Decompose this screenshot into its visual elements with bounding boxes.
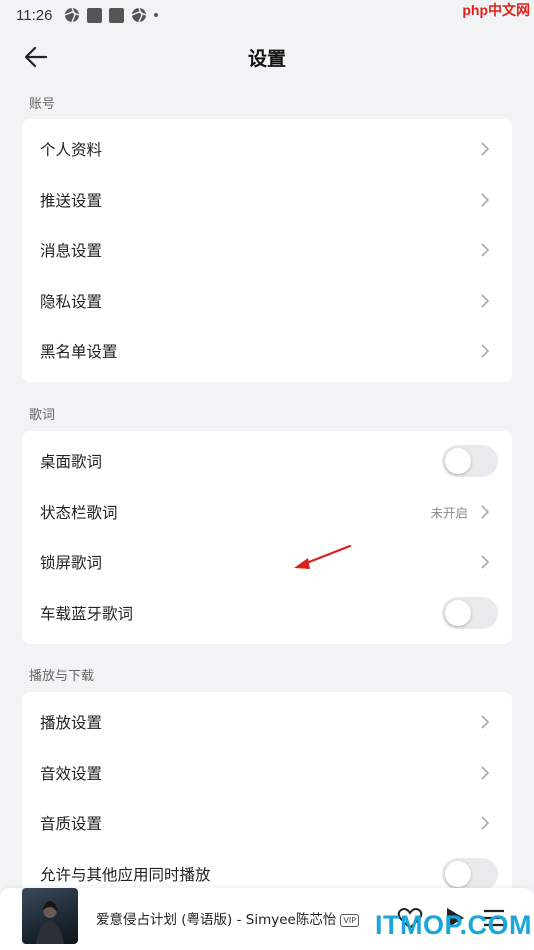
header: 设置 (0, 34, 534, 78)
watermark-logo: ITMOP.COM (375, 910, 533, 940)
section-label-lyrics: 歌词 (29, 408, 56, 423)
row-label: 锁屏歌词 (40, 554, 103, 573)
row-desktop-lyrics: 桌面歌词 (22, 436, 512, 487)
chevron-right-icon (481, 193, 490, 207)
aperture-icon (65, 7, 80, 23)
album-cover[interactable] (22, 888, 78, 944)
section-label-playback-download: 播放与下载 (29, 669, 95, 684)
lyrics-settings-card: 桌面歌词 状态栏歌词 未开启 锁屏歌词 车载蓝牙歌词 (22, 431, 512, 644)
more-notifications-dot-icon (154, 13, 159, 17)
row-label: 状态栏歌词 (40, 503, 118, 522)
row-sound-quality-settings[interactable]: 音质设置 (22, 798, 512, 849)
row-value: 未开启 (430, 505, 468, 521)
row-label: 消息设置 (40, 242, 103, 261)
row-label: 推送设置 (40, 191, 103, 210)
row-blacklist-settings[interactable]: 黑名单设置 (22, 326, 512, 377)
chevron-right-icon (481, 505, 490, 519)
row-label: 音质设置 (40, 815, 103, 834)
row-privacy-settings[interactable]: 隐私设置 (22, 276, 512, 327)
row-lockscreen-lyrics[interactable]: 锁屏歌词 (22, 537, 512, 588)
row-label: 个人资料 (40, 141, 103, 160)
chevron-right-icon (481, 344, 490, 358)
account-settings-card: 个人资料 推送设置 消息设置 隐私设置 黑名单设置 (22, 119, 512, 382)
car-bluetooth-lyrics-toggle[interactable] (442, 596, 498, 629)
status-time: 11:26 (16, 6, 53, 24)
row-label: 车载蓝牙歌词 (40, 604, 134, 623)
album-cover-figure-icon (36, 901, 64, 944)
row-playback-settings[interactable]: 播放设置 (22, 697, 512, 748)
section-label-account: 账号 (29, 97, 56, 112)
row-label: 允许与其他应用同时播放 (40, 865, 211, 884)
chevron-right-icon (481, 294, 490, 308)
chevron-right-icon (481, 816, 490, 830)
chevron-right-icon (481, 142, 490, 156)
watermark-logo: php中文网 (462, 2, 530, 18)
row-label: 黑名单设置 (40, 343, 118, 362)
chevron-right-icon (481, 766, 490, 780)
aperture-icon (132, 7, 147, 23)
row-label: 桌面歌词 (40, 453, 103, 472)
row-push-settings[interactable]: 推送设置 (22, 175, 512, 226)
chevron-right-icon (481, 243, 490, 257)
status-bar: 11:26 (0, 0, 534, 30)
vip-badge: VIP (340, 913, 360, 927)
toggle-knob (445, 599, 471, 626)
chevron-right-icon (481, 715, 490, 729)
row-statusbar-lyrics[interactable]: 状态栏歌词 未开启 (22, 487, 512, 538)
row-profile[interactable]: 个人资料 (22, 124, 512, 175)
playback-settings-card: 播放设置 音效设置 音质设置 允许与其他应用同时播放 (22, 692, 512, 912)
row-label: 隐私设置 (40, 292, 103, 311)
now-playing-song: 爱意侵占计划 (粤语版) - Simyee陈芯怡 (96, 912, 337, 928)
row-message-settings[interactable]: 消息设置 (22, 225, 512, 276)
row-sound-effect-settings[interactable]: 音效设置 (22, 748, 512, 799)
annotation-arrow-icon (294, 544, 352, 569)
app-square-icon (109, 7, 125, 23)
desktop-lyrics-toggle[interactable] (442, 445, 498, 478)
app-square-icon (87, 7, 103, 23)
chevron-right-icon (481, 555, 490, 569)
now-playing-title[interactable]: 爱意侵占计划 (粤语版) - Simyee陈芯怡 VIP (96, 908, 360, 928)
row-label: 音效设置 (40, 764, 103, 783)
page-title: 设置 (247, 48, 286, 70)
row-label: 播放设置 (40, 714, 103, 733)
concurrent-playback-toggle[interactable] (442, 857, 498, 890)
row-car-bluetooth-lyrics: 车载蓝牙歌词 (22, 588, 512, 639)
status-icons (64, 7, 159, 23)
toggle-knob (445, 448, 471, 475)
toggle-knob (445, 860, 471, 887)
